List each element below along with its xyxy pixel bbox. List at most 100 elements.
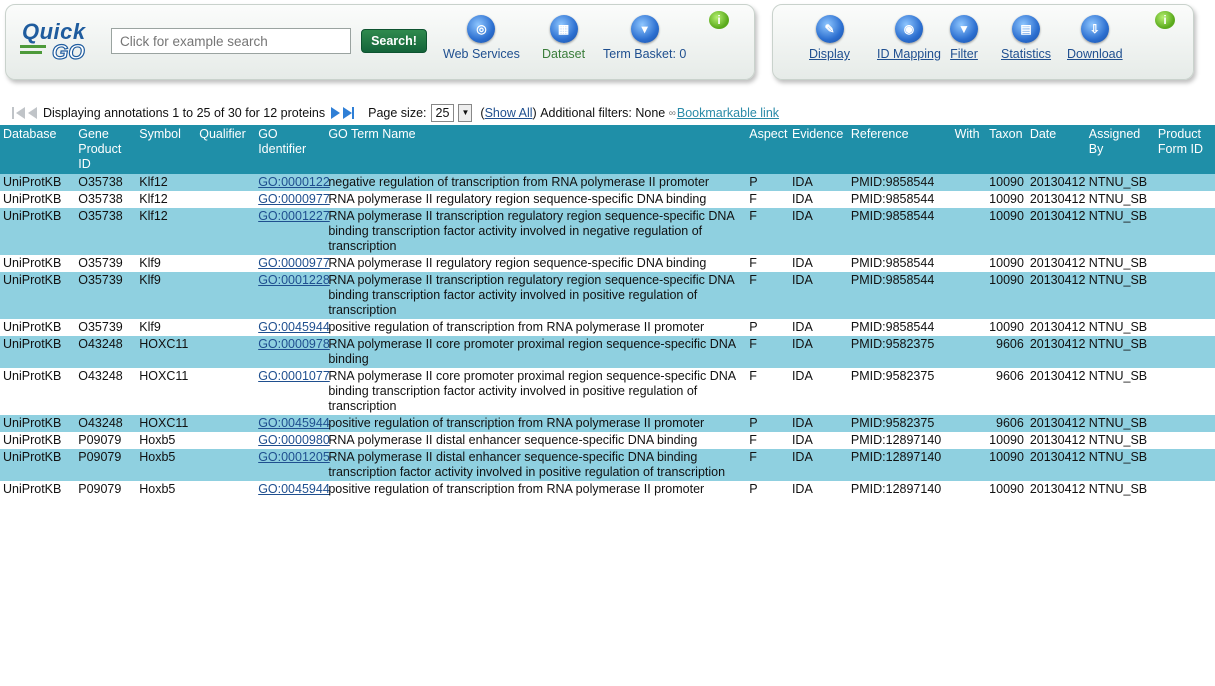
table-cell [1154,174,1215,191]
table-cell: NTNU_SB [1085,336,1155,368]
first-page-icon[interactable] [16,107,25,119]
column-header[interactable]: Evidence [788,125,848,174]
go-identifier-link[interactable]: GO:0001077 [258,369,330,383]
table-cell [1155,432,1215,449]
table-cell: Klf9 [136,272,197,319]
display-button[interactable]: ✎ Display [809,15,850,61]
column-header[interactable]: GO Term Name [325,125,747,174]
next-page-icon[interactable] [331,107,341,119]
table-cell: RNA polymerase II core promoter proximal… [325,336,747,368]
table-cell [196,449,256,481]
go-identifier-link[interactable]: GO:0000122 [258,175,330,189]
search-button[interactable]: Search! [361,29,427,53]
table-cell: NTNU_SB [1088,320,1148,334]
link-icon: ∞ [668,107,676,119]
quickgo-logo[interactable]: Quick GO [16,19,94,67]
table-cell: 9606 [986,336,1027,368]
table-cell: IDA [791,433,813,447]
prev-page-icon[interactable] [28,107,37,119]
search-input[interactable] [111,28,351,54]
table-cell: IDA [788,208,848,255]
table-cell [951,272,987,319]
additional-filters-text: Additional filters: None [540,106,666,120]
table-cell: NTNU_SB [1088,482,1148,496]
column-header[interactable]: Product Form ID [1154,125,1215,174]
table-cell: GO:0001205 [255,449,330,481]
table-row: UniProtKB O43248 HOXC11 GO:0001077 RNA polym… [0,368,1215,415]
table-cell: 20130412 [1026,208,1086,255]
column-header[interactable]: GO Identifier [255,125,326,174]
column-header[interactable]: With [951,125,987,174]
table-cell [196,481,255,498]
filter-button[interactable]: ▼ Filter [950,15,978,61]
table-cell: UniProtKB [3,320,62,334]
table-cell [951,208,987,255]
web-services-label: Web Services [443,47,520,61]
info-icon[interactable]: i [1155,11,1175,29]
term-basket-button[interactable]: ▾ Term Basket: 0 [603,15,686,61]
go-identifier-link[interactable]: GO:0045944 [258,320,330,334]
filter-label: Filter [950,47,978,61]
table-cell: IDA [788,272,848,319]
table-cell: UniProtKB [0,336,76,368]
table-cell [196,208,256,255]
column-header[interactable]: Database [0,125,76,174]
table-cell: 10090 [989,192,1024,206]
go-identifier-link[interactable]: GO:0000980 [258,433,330,447]
logo-bar [20,51,42,54]
table-row: UniProtKB O35738 Klf12 GO:0001227 RNA polyme… [0,208,1215,255]
column-header[interactable]: Assigned By [1085,125,1155,174]
column-header[interactable]: Symbol [136,125,197,174]
table-cell: 10090 [986,174,1027,191]
go-identifier-link[interactable]: GO:0045944 [258,482,330,496]
table-cell: F [749,433,757,447]
table-cell: O43248 [78,369,123,383]
table-cell [1155,255,1215,272]
go-identifier-link[interactable]: GO:0001227 [258,209,330,223]
statistics-label: Statistics [1001,47,1052,61]
column-header[interactable]: Qualifier [196,125,256,174]
go-identifier-link[interactable]: GO:0000978 [258,337,330,351]
go-identifier-link[interactable]: GO:0000977 [258,192,330,206]
table-cell: GO:0001228 [255,272,330,319]
table-cell: 10090 [989,482,1024,496]
go-identifier-link[interactable]: GO:0001228 [258,273,330,287]
page-size-select[interactable]: 25 [430,104,455,122]
table-row: UniProtKB O35738 Klf12 GO:0000977 RNA polyme… [0,191,1215,208]
globe-icon: ◎ [467,15,496,43]
table-cell [196,191,255,208]
go-identifier-link[interactable]: GO:0001205 [258,450,330,464]
table-cell [196,319,255,336]
table-cell: 10090 [986,449,1027,481]
column-header[interactable]: Taxon [986,125,1027,174]
table-cell: UniProtKB [0,208,76,255]
table-cell: F [746,449,789,481]
show-all-link[interactable]: Show All [485,106,533,120]
table-cell: PMID:9582375 [847,336,952,368]
column-header[interactable]: Date [1026,125,1086,174]
table-cell: PMID:9582375 [847,415,952,432]
download-button[interactable]: ⇩ Download [1067,15,1123,61]
table-cell: F [746,272,789,319]
dataset-button[interactable]: ▦ Dataset [542,15,585,61]
table-cell: UniProtKB [3,433,62,447]
statistics-button[interactable]: ▤ Statistics [1001,15,1051,61]
table-cell: 20130412 [1029,320,1086,334]
web-services-button[interactable]: ◎ Web Services [443,15,520,61]
go-identifier-link[interactable]: GO:0045944 [258,416,330,430]
table-cell: Klf9 [139,320,161,334]
go-identifier-link[interactable]: GO:0000977 [258,256,330,270]
info-icon[interactable]: i [709,11,729,29]
table-cell: HOXC11 [136,415,197,432]
column-header[interactable]: Aspect [746,125,789,174]
bookmarkable-link[interactable]: Bookmarkable link [677,106,779,120]
column-header[interactable]: Reference [847,125,952,174]
chevron-down-icon[interactable]: ▼ [458,104,473,122]
last-page-icon[interactable] [343,107,353,119]
table-cell: positive regulation of transcription fro… [328,482,705,496]
table-cell: NTNU_SB [1085,449,1155,481]
table-cell: UniProtKB [0,415,76,432]
table-cell [952,481,987,498]
column-header[interactable]: Gene Product ID [75,125,137,174]
id-mapping-button[interactable]: ◉ ID Mapping [877,15,941,61]
